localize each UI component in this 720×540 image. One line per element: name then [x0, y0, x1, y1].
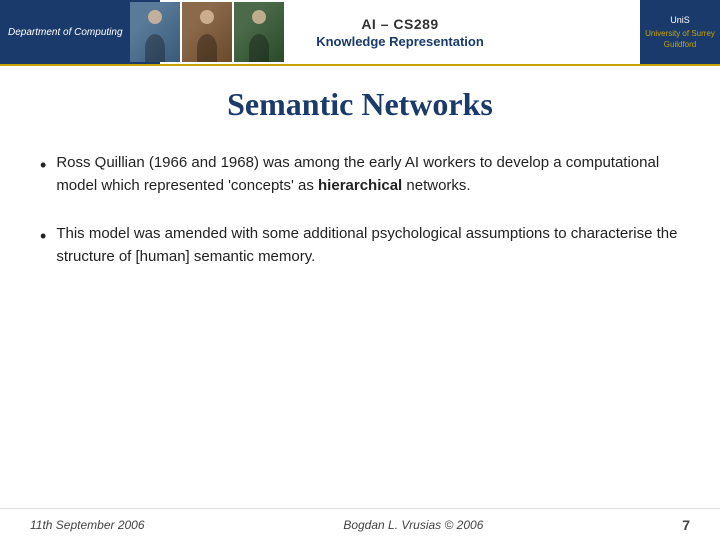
bullet-list: • Ross Quillian (1966 and 1968) was amon… — [40, 151, 680, 268]
dept-label: Department of Computing — [8, 26, 123, 39]
slide-header: Department of Computing AI – CS289 Knowl… — [0, 0, 720, 66]
footer-date: 11th September 2006 — [30, 518, 145, 532]
bullet-text-1: Ross Quillian (1966 and 1968) was among … — [56, 151, 680, 198]
header-image-1 — [130, 2, 180, 62]
bullet-text-2: This model was amended with some additio… — [56, 222, 680, 269]
knowledge-rep-title: Knowledge Representation — [316, 34, 484, 49]
slide-title: Semantic Networks — [40, 86, 680, 123]
footer-copyright: Bogdan L. Vrusias © 2006 — [343, 518, 483, 532]
header-image-3 — [234, 2, 284, 62]
bold-hierarchical: hierarchical — [318, 177, 402, 194]
bullet-dot-2: • — [40, 223, 46, 251]
bullet-dot-1: • — [40, 152, 46, 180]
bullet-item-1: • Ross Quillian (1966 and 1968) was amon… — [40, 151, 680, 198]
header-images — [130, 2, 284, 64]
uni-sub: Guildford — [664, 40, 696, 49]
slide-footer: 11th September 2006 Bogdan L. Vrusias © … — [0, 508, 720, 540]
uni-initials: UniS — [670, 15, 690, 27]
university-logo: UniS University of Surrey Guildford — [640, 0, 720, 64]
footer-page-number: 7 — [682, 517, 690, 533]
uni-name: University of Surrey — [645, 29, 715, 38]
course-code: AI – CS289 — [361, 16, 438, 32]
slide-content: Semantic Networks • Ross Quillian (1966 … — [0, 66, 720, 312]
bullet-item-2: • This model was amended with some addit… — [40, 222, 680, 269]
header-image-2 — [182, 2, 232, 62]
